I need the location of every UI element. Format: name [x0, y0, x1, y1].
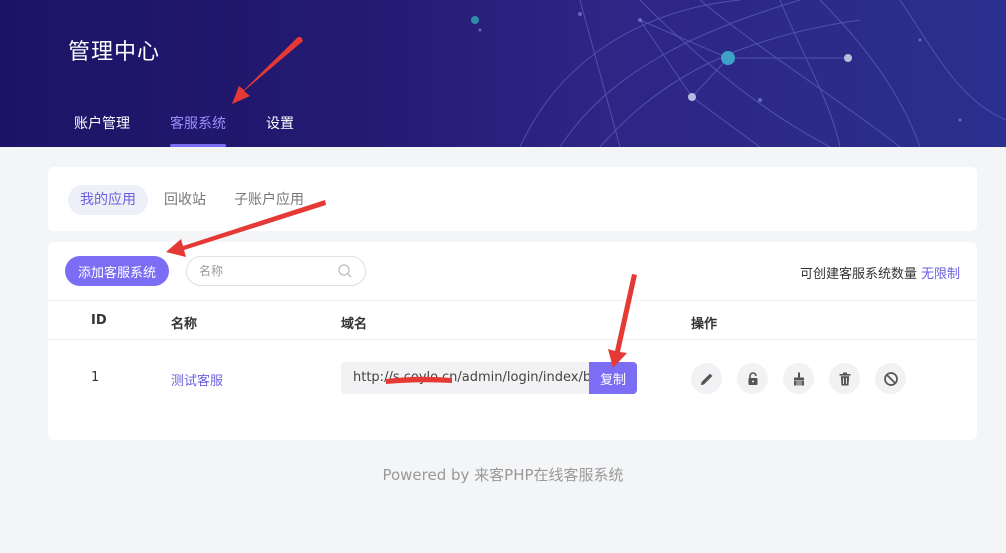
ban-icon: [883, 371, 898, 386]
search-box: [186, 256, 366, 286]
col-header-domain: 域名: [341, 317, 368, 332]
edit-icon: [700, 373, 712, 385]
unlock-button[interactable]: [737, 363, 768, 394]
tab-my-apps[interactable]: 我的应用: [68, 185, 148, 215]
footer-text: Powered by 来客PHP在线客服系统: [382, 466, 624, 484]
domain-field[interactable]: http://s.coylo.cn/admin/login/index/busi…: [341, 362, 591, 394]
quota-label: 可创建客服系统数量: [799, 267, 917, 282]
main-card: 添加客服系统 可创建客服系统数量无限制 ID 名称 域名 操作 1 测试客服 h…: [48, 242, 977, 440]
table-header: ID 名称 域名 操作: [48, 300, 977, 340]
row-id: 1: [91, 370, 100, 385]
header: 管理中心 账户管理 客服系统 设置: [0, 0, 1006, 147]
search-input[interactable]: [199, 262, 329, 280]
clean-button[interactable]: [783, 363, 814, 394]
tabs-card: 我的应用 回收站 子账户应用: [48, 167, 977, 231]
tab-sub-account-apps[interactable]: 子账户应用: [222, 185, 316, 215]
delete-button[interactable]: [829, 363, 860, 394]
disable-button[interactable]: [875, 363, 906, 394]
nav-item-settings[interactable]: 设置: [266, 113, 294, 147]
quota-info: 可创建客服系统数量 无限制: [800, 263, 960, 282]
row-name-link[interactable]: 测试客服: [171, 370, 223, 389]
edit-button[interactable]: [691, 363, 722, 394]
top-nav: 账户管理 客服系统 设置: [74, 113, 334, 147]
tab-recycle-bin[interactable]: 回收站: [152, 185, 218, 215]
col-header-id: ID: [91, 313, 107, 328]
app-title: 管理中心: [68, 40, 161, 65]
search-icon[interactable]: [337, 263, 353, 279]
quota-value: 无限制: [920, 267, 960, 282]
copy-button[interactable]: 复制: [589, 362, 637, 394]
domain-text: http://s.coylo.cn/admin/login/index/busi…: [353, 370, 591, 385]
add-system-button[interactable]: 添加客服系统: [65, 256, 169, 286]
col-header-name: 名称: [171, 317, 198, 332]
nav-item-account[interactable]: 账户管理: [74, 113, 130, 147]
unlock-icon: [748, 371, 757, 385]
col-header-actions: 操作: [691, 317, 718, 332]
broom-icon: [793, 372, 804, 385]
trash-icon: [839, 372, 850, 385]
nav-item-customer-service[interactable]: 客服系统: [170, 113, 226, 147]
